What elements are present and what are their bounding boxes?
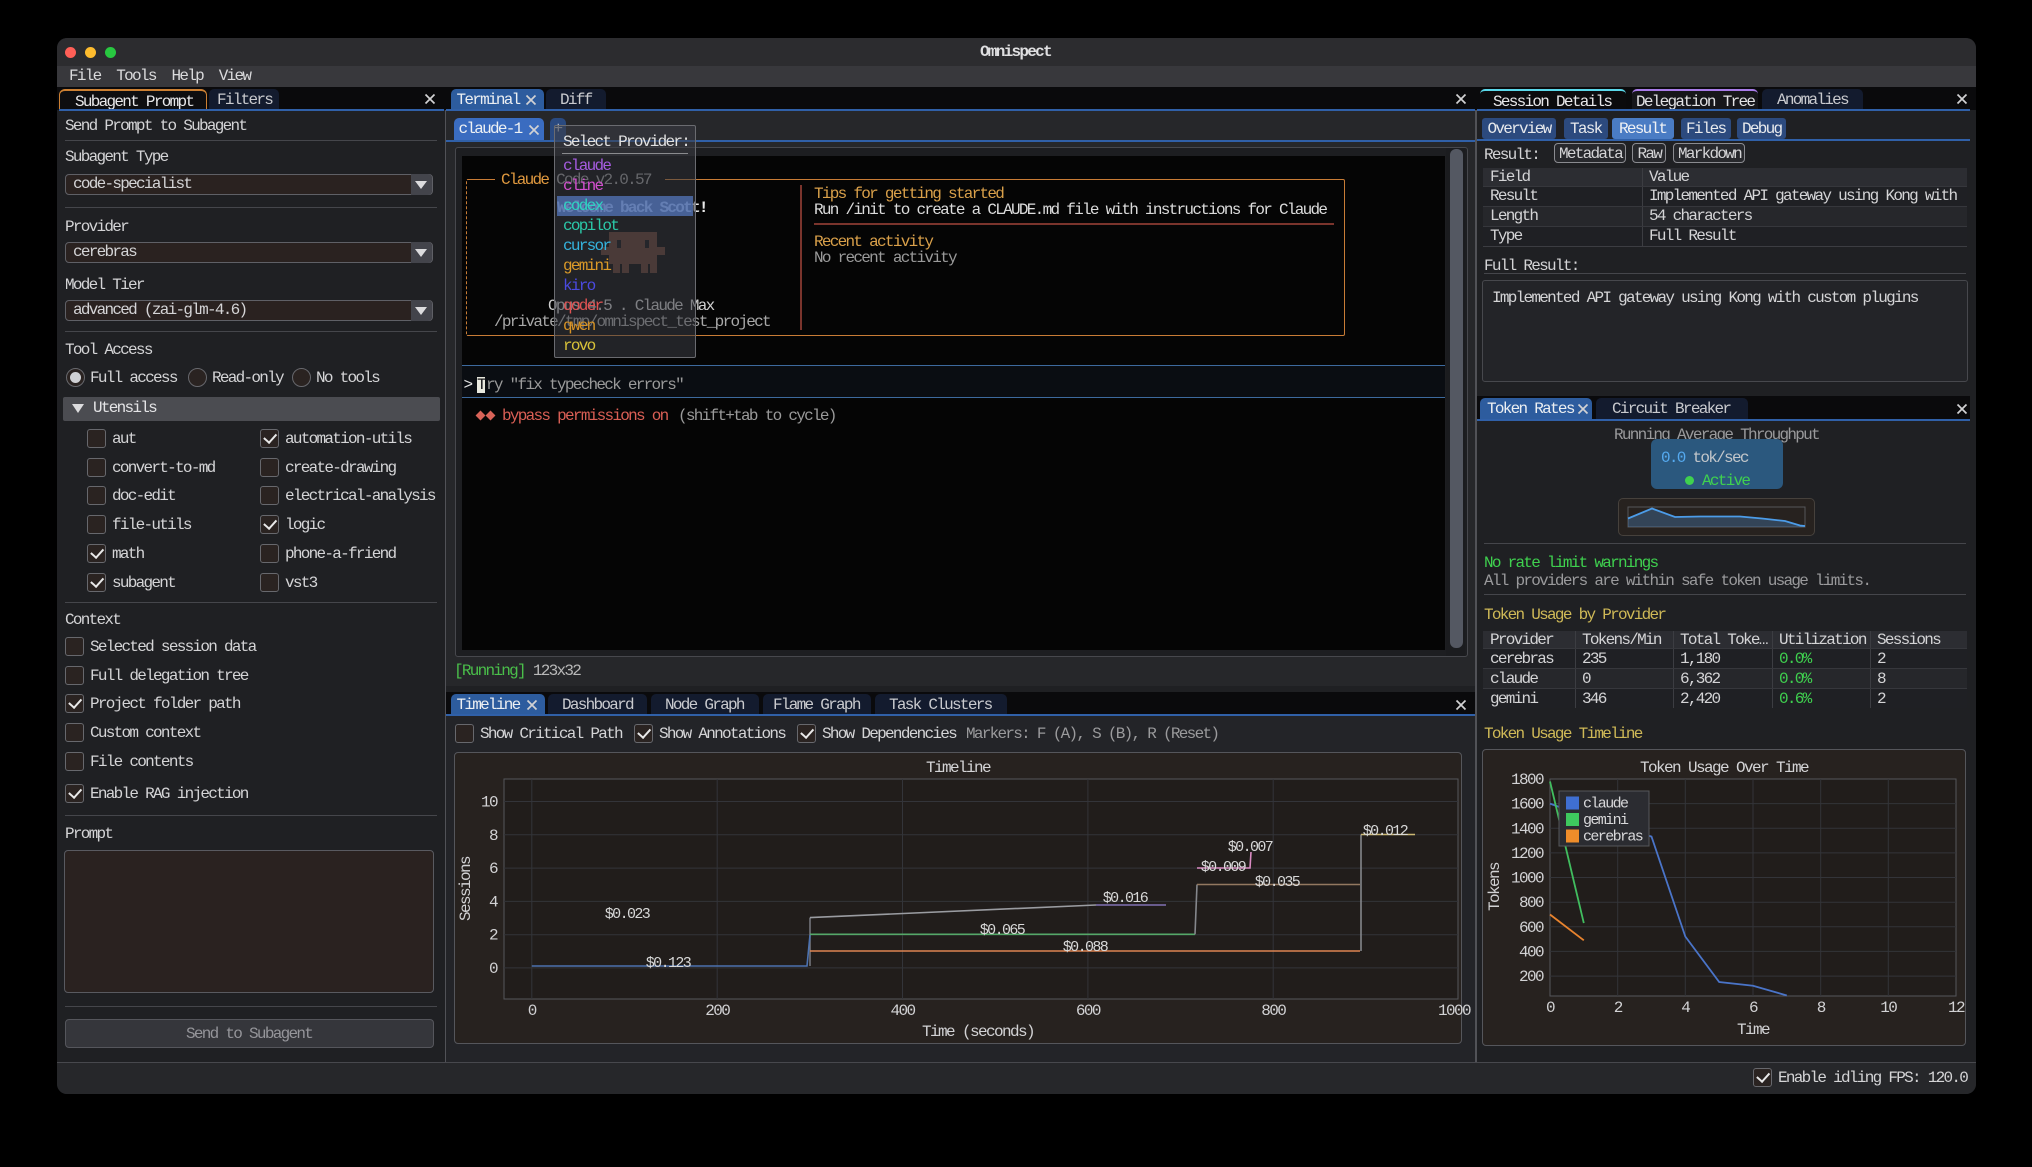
svg-text:1000: 1000 (1511, 870, 1544, 888)
svg-text:4: 4 (1681, 999, 1690, 1017)
svg-text:10: 10 (481, 794, 498, 812)
svg-text:200: 200 (705, 1002, 730, 1020)
svg-text:Sessions: Sessions (457, 856, 475, 921)
svg-text:600: 600 (1519, 919, 1544, 937)
svg-text:600: 600 (1076, 1002, 1101, 1020)
svg-text:$0.023: $0.023 (605, 906, 651, 923)
svg-text:800: 800 (1261, 1002, 1286, 1020)
svg-text:Timeline: Timeline (926, 759, 991, 777)
svg-text:4: 4 (489, 893, 498, 911)
svg-text:2: 2 (1614, 999, 1623, 1017)
svg-text:12: 12 (1948, 999, 1965, 1017)
svg-text:gemini: gemini (1583, 812, 1629, 829)
svg-text:6: 6 (1749, 999, 1758, 1017)
svg-text:Time: Time (1737, 1021, 1770, 1039)
svg-text:1200: 1200 (1511, 845, 1544, 863)
svg-text:400: 400 (1519, 943, 1544, 961)
svg-text:1800: 1800 (1511, 771, 1544, 789)
svg-text:6: 6 (489, 860, 498, 878)
svg-text:1000: 1000 (1438, 1002, 1471, 1020)
svg-text:$0.035: $0.035 (1255, 874, 1301, 891)
svg-text:8: 8 (1817, 999, 1826, 1017)
svg-text:$0.016: $0.016 (1103, 890, 1149, 907)
svg-text:400: 400 (890, 1002, 915, 1020)
svg-text:200: 200 (1519, 968, 1544, 986)
svg-text:1400: 1400 (1511, 820, 1544, 838)
svg-text:0: 0 (489, 960, 498, 978)
svg-text:Time (seconds): Time (seconds) (922, 1023, 1034, 1041)
svg-text:$0.088: $0.088 (1063, 939, 1109, 956)
svg-text:Token Usage Over Time: Token Usage Over Time (1640, 759, 1809, 777)
svg-text:Tokens: Tokens (1486, 862, 1504, 911)
svg-text:0: 0 (1546, 999, 1555, 1017)
svg-text:10: 10 (1880, 999, 1897, 1017)
svg-text:0: 0 (528, 1002, 537, 1020)
svg-text:$0.123: $0.123 (646, 955, 692, 972)
svg-text:claude: claude (1583, 796, 1629, 813)
svg-text:800: 800 (1519, 894, 1544, 912)
svg-text:$0.007: $0.007 (1228, 839, 1273, 856)
svg-text:$0.012: $0.012 (1363, 823, 1408, 840)
svg-text:$0.065: $0.065 (980, 922, 1026, 939)
svg-text:$0.009: $0.009 (1201, 859, 1246, 876)
svg-text:1600: 1600 (1511, 796, 1544, 814)
svg-text:cerebras: cerebras (1583, 829, 1643, 846)
svg-text:2: 2 (489, 927, 498, 945)
svg-text:8: 8 (489, 827, 498, 845)
